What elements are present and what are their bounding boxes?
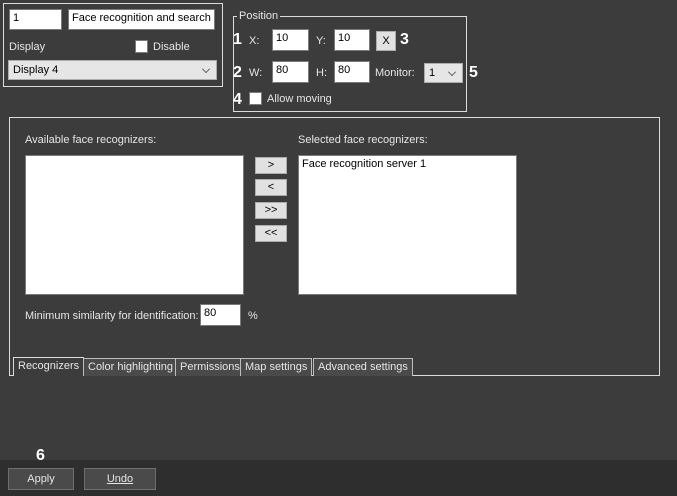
- available-recognizers-list[interactable]: [25, 155, 244, 295]
- available-recognizers-label: Available face recognizers:: [25, 134, 157, 146]
- chevron-down-icon: [448, 68, 456, 76]
- undo-button[interactable]: Undo: [84, 468, 156, 490]
- undo-button-label: Undo: [106, 473, 134, 485]
- w-field[interactable]: 80: [272, 61, 309, 83]
- callout-6: 6: [36, 447, 45, 464]
- allow-moving-checkbox[interactable]: [249, 92, 262, 105]
- monitor-select[interactable]: 1: [424, 63, 463, 83]
- w-label: W:: [249, 67, 263, 79]
- disable-checkbox[interactable]: [135, 40, 148, 53]
- tab-recognizers[interactable]: Recognizers: [13, 357, 85, 376]
- tab-map-settings[interactable]: Map settings: [240, 358, 313, 376]
- display-select-value: Display 4: [13, 64, 59, 76]
- callout-5: 5: [469, 64, 478, 81]
- object-name-field[interactable]: Face recognition and search ": [68, 9, 215, 30]
- callout-1: 1: [233, 31, 242, 48]
- list-item[interactable]: Face recognition server 1: [299, 156, 516, 172]
- y-label: Y:: [316, 35, 326, 47]
- add-selected-button[interactable]: >: [255, 157, 287, 174]
- tab-advanced-settings[interactable]: Advanced settings: [313, 358, 413, 376]
- h-field[interactable]: 80: [334, 61, 370, 83]
- chevron-down-icon: [202, 65, 210, 73]
- min-similarity-field[interactable]: 80: [200, 304, 241, 326]
- reset-position-button[interactable]: X: [376, 31, 396, 51]
- disable-label: Disable: [153, 41, 190, 53]
- tab-color-highlighting[interactable]: Color highlighting: [83, 358, 178, 376]
- selected-recognizers-list[interactable]: Face recognition server 1: [298, 155, 517, 295]
- y-field[interactable]: 10: [334, 29, 370, 51]
- x-label: X:: [249, 35, 260, 47]
- display-select[interactable]: Display 4: [8, 60, 217, 80]
- allow-moving-label: Allow moving: [267, 93, 332, 105]
- position-title: Position: [237, 10, 281, 22]
- remove-all-button[interactable]: <<: [255, 225, 287, 242]
- callout-2: 2: [233, 64, 242, 81]
- remove-selected-button[interactable]: <: [255, 179, 287, 196]
- monitor-select-value: 1: [429, 67, 436, 79]
- selected-recognizers-label: Selected face recognizers:: [298, 134, 428, 146]
- callout-3: 3: [400, 31, 409, 48]
- h-label: H:: [316, 67, 327, 79]
- min-similarity-label: Minimum similarity for identification:: [25, 310, 199, 322]
- display-label: Display: [9, 41, 46, 53]
- x-field[interactable]: 10: [272, 29, 309, 51]
- close-icon: X: [382, 35, 390, 47]
- tab-permissions[interactable]: Permissions: [175, 358, 245, 376]
- callout-4: 4: [233, 91, 242, 108]
- add-all-button[interactable]: >>: [255, 202, 287, 219]
- object-id-field[interactable]: 1: [9, 9, 62, 30]
- percent-label: %: [248, 310, 258, 322]
- apply-button[interactable]: Apply: [8, 468, 74, 490]
- monitor-label: Monitor:: [375, 67, 415, 79]
